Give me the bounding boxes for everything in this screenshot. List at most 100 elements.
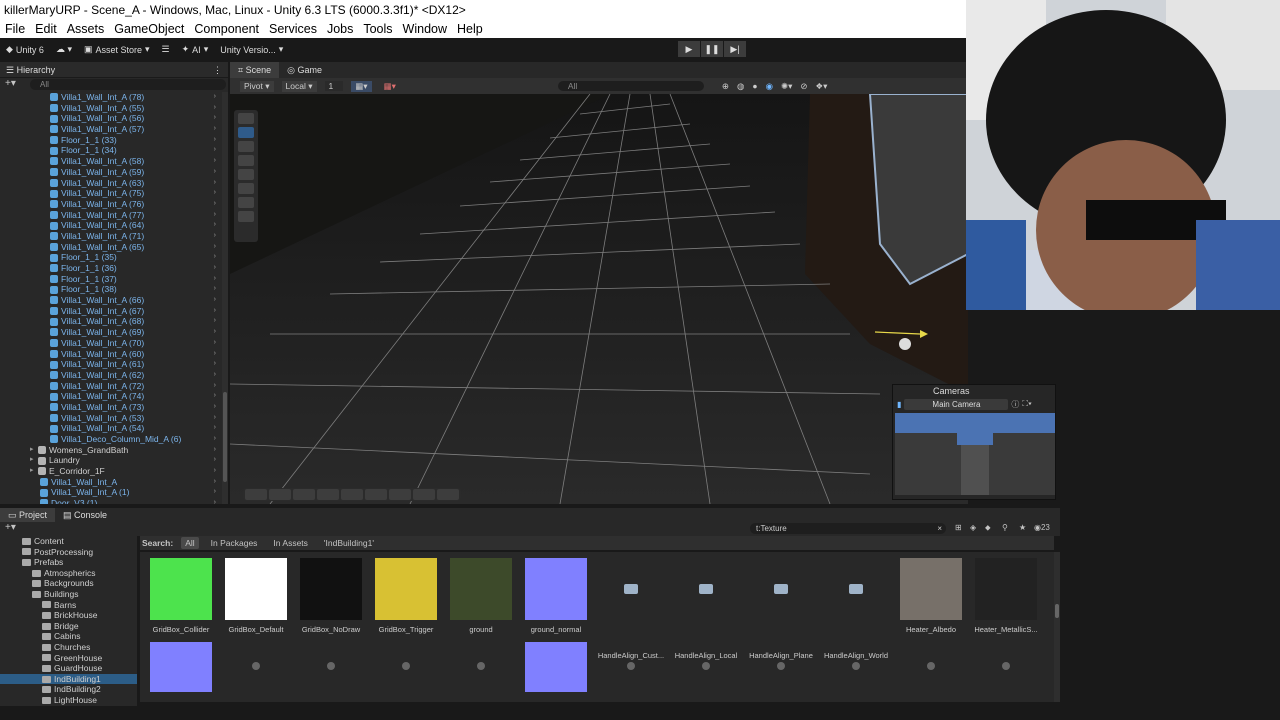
- chevron-right-icon[interactable]: ›: [214, 252, 222, 263]
- chevron-right-icon[interactable]: ›: [214, 242, 222, 253]
- asset-item[interactable]: ground_normal: [519, 558, 593, 634]
- version-control-button[interactable]: Unity Versio... ▾: [220, 44, 283, 55]
- chevron-right-icon[interactable]: ›: [214, 145, 222, 156]
- effects-icon[interactable]: ⊘: [800, 81, 807, 92]
- scene-search-input[interactable]: All: [557, 81, 704, 91]
- chevron-right-icon[interactable]: ›: [214, 487, 222, 498]
- asset-thumbnail[interactable]: [825, 642, 887, 692]
- folder-item[interactable]: GreenHouse: [0, 653, 137, 664]
- play-icon[interactable]: ▶: [678, 41, 700, 57]
- hierarchy-item[interactable]: Villa1_Wall_Int_A (70) ›: [0, 338, 222, 349]
- hierarchy-item[interactable]: Villa1_Wall_Int_A (77) ›: [0, 210, 222, 221]
- asset-thumbnail[interactable]: [600, 642, 662, 692]
- ai-button[interactable]: ✦ AI ▾: [182, 44, 209, 55]
- chevron-right-icon[interactable]: ›: [214, 284, 222, 295]
- chevron-right-icon[interactable]: ›: [214, 434, 222, 445]
- hierarchy-item[interactable]: Villa1_Wall_Int_A (78) ›: [0, 92, 222, 103]
- tab-scene[interactable]: ⌗ Scene: [230, 62, 280, 78]
- chevron-right-icon[interactable]: ›: [214, 306, 222, 317]
- chevron-right-icon[interactable]: ›: [214, 402, 222, 413]
- chevron-right-icon[interactable]: ›: [214, 477, 222, 488]
- hierarchy-item[interactable]: Villa1_Wall_Int_A (65) ›: [0, 242, 222, 253]
- menu-gameobject[interactable]: GameObject: [109, 20, 189, 38]
- shading-shaded-icon[interactable]: ●: [752, 81, 757, 91]
- hierarchy-item[interactable]: Villa1_Wall_Int_A (54) ›: [0, 423, 222, 434]
- chevron-right-icon[interactable]: ›: [214, 124, 222, 135]
- chevron-right-icon[interactable]: ›: [214, 113, 222, 124]
- hierarchy-search-input[interactable]: All: [30, 79, 226, 90]
- hierarchy-item[interactable]: Villa1_Wall_Int_A (71) ›: [0, 231, 222, 242]
- probuilder-tool-icon[interactable]: [238, 211, 254, 222]
- chevron-right-icon[interactable]: ›: [214, 338, 222, 349]
- camera-select[interactable]: Main Camera: [904, 398, 1009, 410]
- chevron-right-icon[interactable]: ›: [214, 167, 222, 178]
- tag-icon[interactable]: ⬥: [985, 523, 991, 533]
- overlay-tool-4-icon[interactable]: [317, 489, 339, 500]
- chevron-right-icon[interactable]: ›: [214, 156, 222, 167]
- chevron-right-icon[interactable]: ›: [214, 199, 222, 210]
- chevron-right-icon[interactable]: ›: [214, 263, 222, 274]
- folder-item[interactable]: LightHouse: [0, 695, 137, 706]
- hierarchy-item[interactable]: Floor_1_1 (38) ›: [0, 284, 222, 295]
- pivot-dropdown[interactable]: Pivot ▾: [240, 80, 274, 92]
- overlay-tool-8-icon[interactable]: [413, 489, 435, 500]
- folder-item[interactable]: Churches: [0, 642, 137, 653]
- hierarchy-item[interactable]: Villa1_Deco_Column_Mid_A (6) ›: [0, 434, 222, 445]
- chevron-right-icon[interactable]: ›: [214, 381, 222, 392]
- hierarchy-tab[interactable]: ☰ Hierarchy ⋮: [0, 62, 228, 78]
- grid-size-field[interactable]: 1: [324, 81, 344, 91]
- hierarchy-item[interactable]: Villa1_Wall_Int_A (1) ›: [0, 487, 222, 498]
- overlay-tool-7-icon[interactable]: [389, 489, 411, 500]
- gizmo-global-icon[interactable]: ⊕: [722, 81, 729, 92]
- chevron-right-icon[interactable]: ›: [214, 103, 222, 114]
- chevron-right-icon[interactable]: ›: [214, 295, 222, 306]
- hierarchy-item[interactable]: Villa1_Wall_Int_A (74) ›: [0, 391, 222, 402]
- scope-assets[interactable]: In Assets: [269, 537, 312, 549]
- hierarchy-item[interactable]: Villa1_Wall_Int_A (56) ›: [0, 113, 222, 124]
- folder-item[interactable]: Barns: [0, 600, 137, 611]
- hierarchy-item[interactable]: Floor_1_1 (35) ›: [0, 252, 222, 263]
- rotate-tool-icon[interactable]: [238, 141, 254, 152]
- cloud-button[interactable]: ☁ ▾: [56, 44, 72, 55]
- overlay-tool-3-icon[interactable]: [293, 489, 315, 500]
- chevron-right-icon[interactable]: ›: [214, 188, 222, 199]
- menu-jobs[interactable]: Jobs: [322, 20, 358, 38]
- chevron-right-icon[interactable]: ›: [214, 498, 222, 504]
- folder-item[interactable]: Content: [0, 536, 137, 547]
- chevron-right-icon[interactable]: ›: [214, 231, 222, 242]
- menu-edit[interactable]: Edit: [30, 20, 62, 38]
- hierarchy-item[interactable]: Villa1_Wall_Int_A (76) ›: [0, 199, 222, 210]
- hierarchy-item[interactable]: Floor_1_1 (36) ›: [0, 263, 222, 274]
- asset-item[interactable]: Heater_Albedo: [894, 558, 968, 634]
- menu-tools[interactable]: Tools: [358, 20, 397, 38]
- folder-item[interactable]: Atmospherics: [0, 568, 137, 579]
- expand-arrow-icon[interactable]: ▸: [30, 455, 38, 466]
- custom-tool-icon[interactable]: [238, 197, 254, 208]
- fullscreen-icon[interactable]: ⛶▾: [1022, 399, 1032, 409]
- asset-item[interactable]: GridBox_NoDraw: [294, 558, 368, 634]
- hierarchy-scrollbar[interactable]: [222, 92, 228, 504]
- info-icon[interactable]: ⓘ: [1011, 399, 1019, 410]
- folder-item[interactable]: Backgrounds: [0, 578, 137, 589]
- folder-item[interactable]: IndBuilding2: [0, 684, 137, 695]
- hierarchy-item[interactable]: Villa1_Wall_Int_A (66) ›: [0, 295, 222, 306]
- tab-project[interactable]: ▭ Project: [0, 508, 56, 522]
- hierarchy-item[interactable]: Floor_1_1 (33) ›: [0, 135, 222, 146]
- asset-item[interactable]: GridBox_Default: [219, 558, 293, 634]
- asset-store-button[interactable]: ▣ Asset Store ▾: [84, 44, 150, 55]
- chevron-right-icon[interactable]: ›: [214, 220, 222, 231]
- chevron-right-icon[interactable]: ›: [214, 210, 222, 221]
- view-tool-icon[interactable]: [238, 113, 254, 124]
- asset-item[interactable]: ground: [444, 558, 518, 634]
- hierarchy-item[interactable]: ▸ E_Corridor_1F ›: [0, 466, 222, 477]
- add-icon[interactable]: +▾: [5, 78, 16, 89]
- hierarchy-item[interactable]: Villa1_Wall_Int_A (61) ›: [0, 359, 222, 370]
- overlay-tool-1-icon[interactable]: [245, 489, 267, 500]
- hierarchy-item[interactable]: Villa1_Wall_Int_A (55) ›: [0, 103, 222, 114]
- favorite-icon[interactable]: ★: [1019, 523, 1026, 532]
- local-dropdown[interactable]: Local ▾: [281, 80, 317, 92]
- shading-wire-icon[interactable]: ◍: [737, 81, 744, 92]
- tab-console[interactable]: ▤ Console: [55, 508, 115, 522]
- hierarchy-item[interactable]: Villa1_Wall_Int_A (72) ›: [0, 381, 222, 392]
- scope-folder[interactable]: 'IndBuilding1': [320, 537, 378, 549]
